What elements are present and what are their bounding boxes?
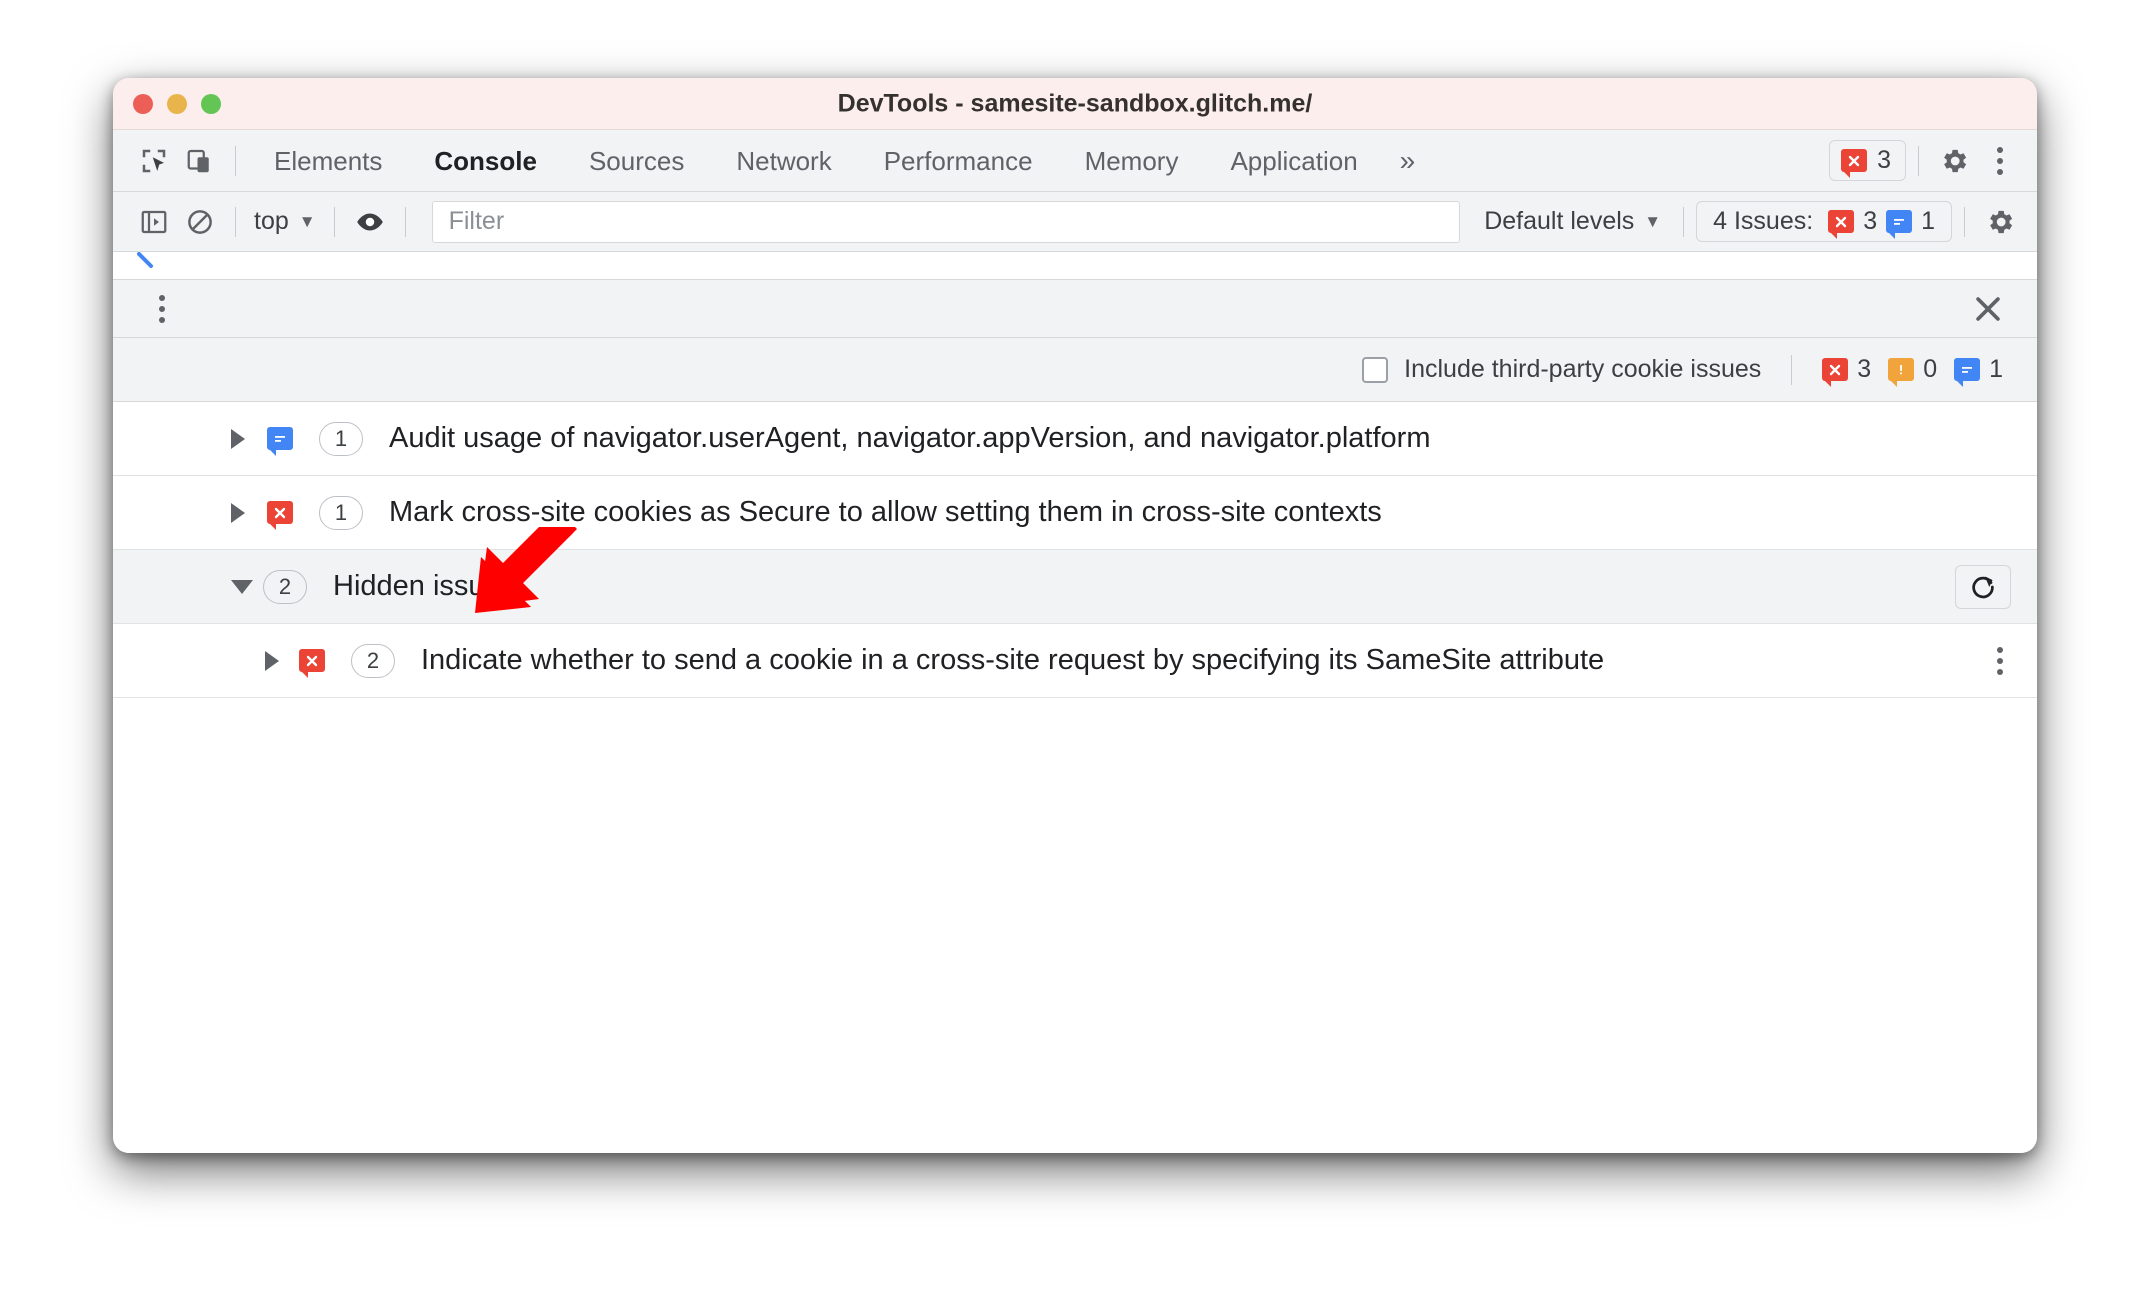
log-levels-selector[interactable]: Default levels ▼ xyxy=(1474,207,1671,236)
drawer-header xyxy=(113,280,2037,338)
issues-error-count: 3 xyxy=(1863,207,1878,235)
kebab-menu-icon[interactable] xyxy=(139,286,185,332)
traffic-lights xyxy=(133,93,221,114)
more-tabs-icon[interactable]: » xyxy=(1384,145,1432,177)
issues-error-count: 3 xyxy=(1857,355,1872,383)
error-count-value: 3 xyxy=(1877,146,1891,174)
issue-counts: 3 0 1 xyxy=(1822,355,2011,387)
tab-performance[interactable]: Performance xyxy=(858,130,1059,192)
devtools-tabbar: Elements Console Sources Network Perform… xyxy=(113,130,2037,192)
issue-count-pill: 1 xyxy=(319,495,363,530)
kebab-dots xyxy=(1997,146,2003,175)
info-icon xyxy=(267,427,293,456)
window-titlebar: DevTools - samesite-sandbox.glitch.me/ xyxy=(113,78,2037,130)
tab-memory[interactable]: Memory xyxy=(1059,130,1205,192)
expand-triangle-icon[interactable] xyxy=(231,428,245,449)
error-icon xyxy=(1841,149,1868,178)
refresh-icon[interactable] xyxy=(1955,564,2011,609)
console-prompt-sliver[interactable] xyxy=(113,252,2037,280)
expand-triangle-icon[interactable] xyxy=(231,502,245,523)
issues-list: 1 Audit usage of navigator.userAgent, na… xyxy=(113,402,2037,1153)
issues-summary-button[interactable]: 4 Issues: 3 1 xyxy=(1696,201,1952,242)
chevron-down-icon: ▼ xyxy=(1644,211,1662,231)
tab-console[interactable]: Console xyxy=(408,130,563,192)
issues-info-count: 1 xyxy=(1989,355,2003,383)
console-sidebar-icon[interactable] xyxy=(131,199,177,245)
issues-toolbar: Include third-party cookie issues 3 0 1 xyxy=(113,338,2037,402)
issues-toolbar-divider xyxy=(1791,354,1793,385)
issue-count-pill: 1 xyxy=(319,421,363,456)
info-icon xyxy=(1954,358,1981,387)
error-icon xyxy=(299,649,325,678)
gear-icon[interactable] xyxy=(1977,199,2023,245)
zoom-window-button[interactable] xyxy=(201,93,221,114)
execution-context-label: top xyxy=(254,207,289,235)
kebab-menu-icon[interactable] xyxy=(1977,138,2023,184)
inspect-element-icon[interactable] xyxy=(131,138,177,184)
error-count-badge[interactable]: 3 xyxy=(1829,140,1906,181)
issue-title: Audit usage of navigator.userAgent, navi… xyxy=(389,422,1431,454)
issue-count-pill: 2 xyxy=(351,643,395,678)
console-prompt-caret-icon xyxy=(137,252,153,268)
console-toolbar: top ▼ Filter Default levels ▼ 4 Issues: xyxy=(113,192,2037,252)
close-window-button[interactable] xyxy=(133,93,153,114)
tab-application[interactable]: Application xyxy=(1204,130,1383,192)
issues-info-count: 1 xyxy=(1921,207,1935,235)
clear-console-icon[interactable] xyxy=(177,199,223,245)
tab-network[interactable]: Network xyxy=(710,130,857,192)
error-icon xyxy=(267,501,293,530)
issue-row-samesite-attribute[interactable]: 2 Indicate whether to send a cookie in a… xyxy=(113,624,2037,698)
error-icon xyxy=(1822,358,1849,387)
issue-row-secure-cookies[interactable]: 1 Mark cross-site cookies as Secure to a… xyxy=(113,476,2037,550)
warning-icon xyxy=(1888,358,1915,387)
window-title: DevTools - samesite-sandbox.glitch.me/ xyxy=(837,89,1313,117)
log-levels-label: Default levels xyxy=(1484,207,1635,235)
console-divider-3 xyxy=(404,206,406,237)
collapse-triangle-icon[interactable] xyxy=(231,579,253,594)
minimize-window-button[interactable] xyxy=(167,93,187,114)
hidden-issues-group-row[interactable]: 2 Hidden issues xyxy=(113,550,2037,624)
chevron-down-icon: ▼ xyxy=(298,211,316,231)
error-icon xyxy=(1828,210,1855,239)
tabbar-divider xyxy=(235,145,236,176)
issue-title: Indicate whether to send a cookie in a c… xyxy=(421,644,1605,676)
devtools-window: DevTools - samesite-sandbox.glitch.me/ E… xyxy=(113,78,2037,1153)
kebab-menu-icon[interactable] xyxy=(1997,646,2003,675)
panel-tabs: Elements Console Sources Network Perform… xyxy=(248,130,1384,192)
console-divider-2 xyxy=(333,206,335,237)
console-divider-4 xyxy=(1683,206,1685,237)
gear-icon[interactable] xyxy=(1931,138,1977,184)
expand-triangle-icon[interactable] xyxy=(265,650,279,671)
third-party-cookie-checkbox-row[interactable]: Include third-party cookie issues xyxy=(1362,355,1761,384)
console-divider-1 xyxy=(235,206,236,237)
console-divider-5 xyxy=(1964,206,1965,237)
issue-row-navigator-audit[interactable]: 1 Audit usage of navigator.userAgent, na… xyxy=(113,402,2037,476)
hidden-issues-label: Hidden issues xyxy=(333,570,516,602)
screenshot-stage: DevTools - samesite-sandbox.glitch.me/ E… xyxy=(0,0,2150,1312)
kebab-dots xyxy=(1997,646,2003,675)
device-toolbar-icon[interactable] xyxy=(177,138,223,184)
third-party-cookie-label: Include third-party cookie issues xyxy=(1404,355,1762,383)
tabbar-divider-2 xyxy=(1918,145,1919,176)
close-icon[interactable] xyxy=(1965,286,2011,332)
issues-summary-label: 4 Issues: xyxy=(1713,207,1814,235)
issues-warning-count: 0 xyxy=(1923,355,1938,383)
live-expression-icon[interactable] xyxy=(347,199,393,245)
kebab-dots xyxy=(159,294,165,323)
filter-input[interactable]: Filter xyxy=(431,200,1461,243)
issue-title: Mark cross-site cookies as Secure to all… xyxy=(389,496,1382,528)
filter-placeholder: Filter xyxy=(448,207,505,235)
hidden-issues-count-pill: 2 xyxy=(263,569,307,604)
execution-context-selector[interactable]: top ▼ xyxy=(248,207,322,236)
info-icon xyxy=(1886,210,1913,239)
third-party-cookie-checkbox[interactable] xyxy=(1362,356,1389,383)
tab-sources[interactable]: Sources xyxy=(563,130,710,192)
tab-elements[interactable]: Elements xyxy=(248,130,408,192)
